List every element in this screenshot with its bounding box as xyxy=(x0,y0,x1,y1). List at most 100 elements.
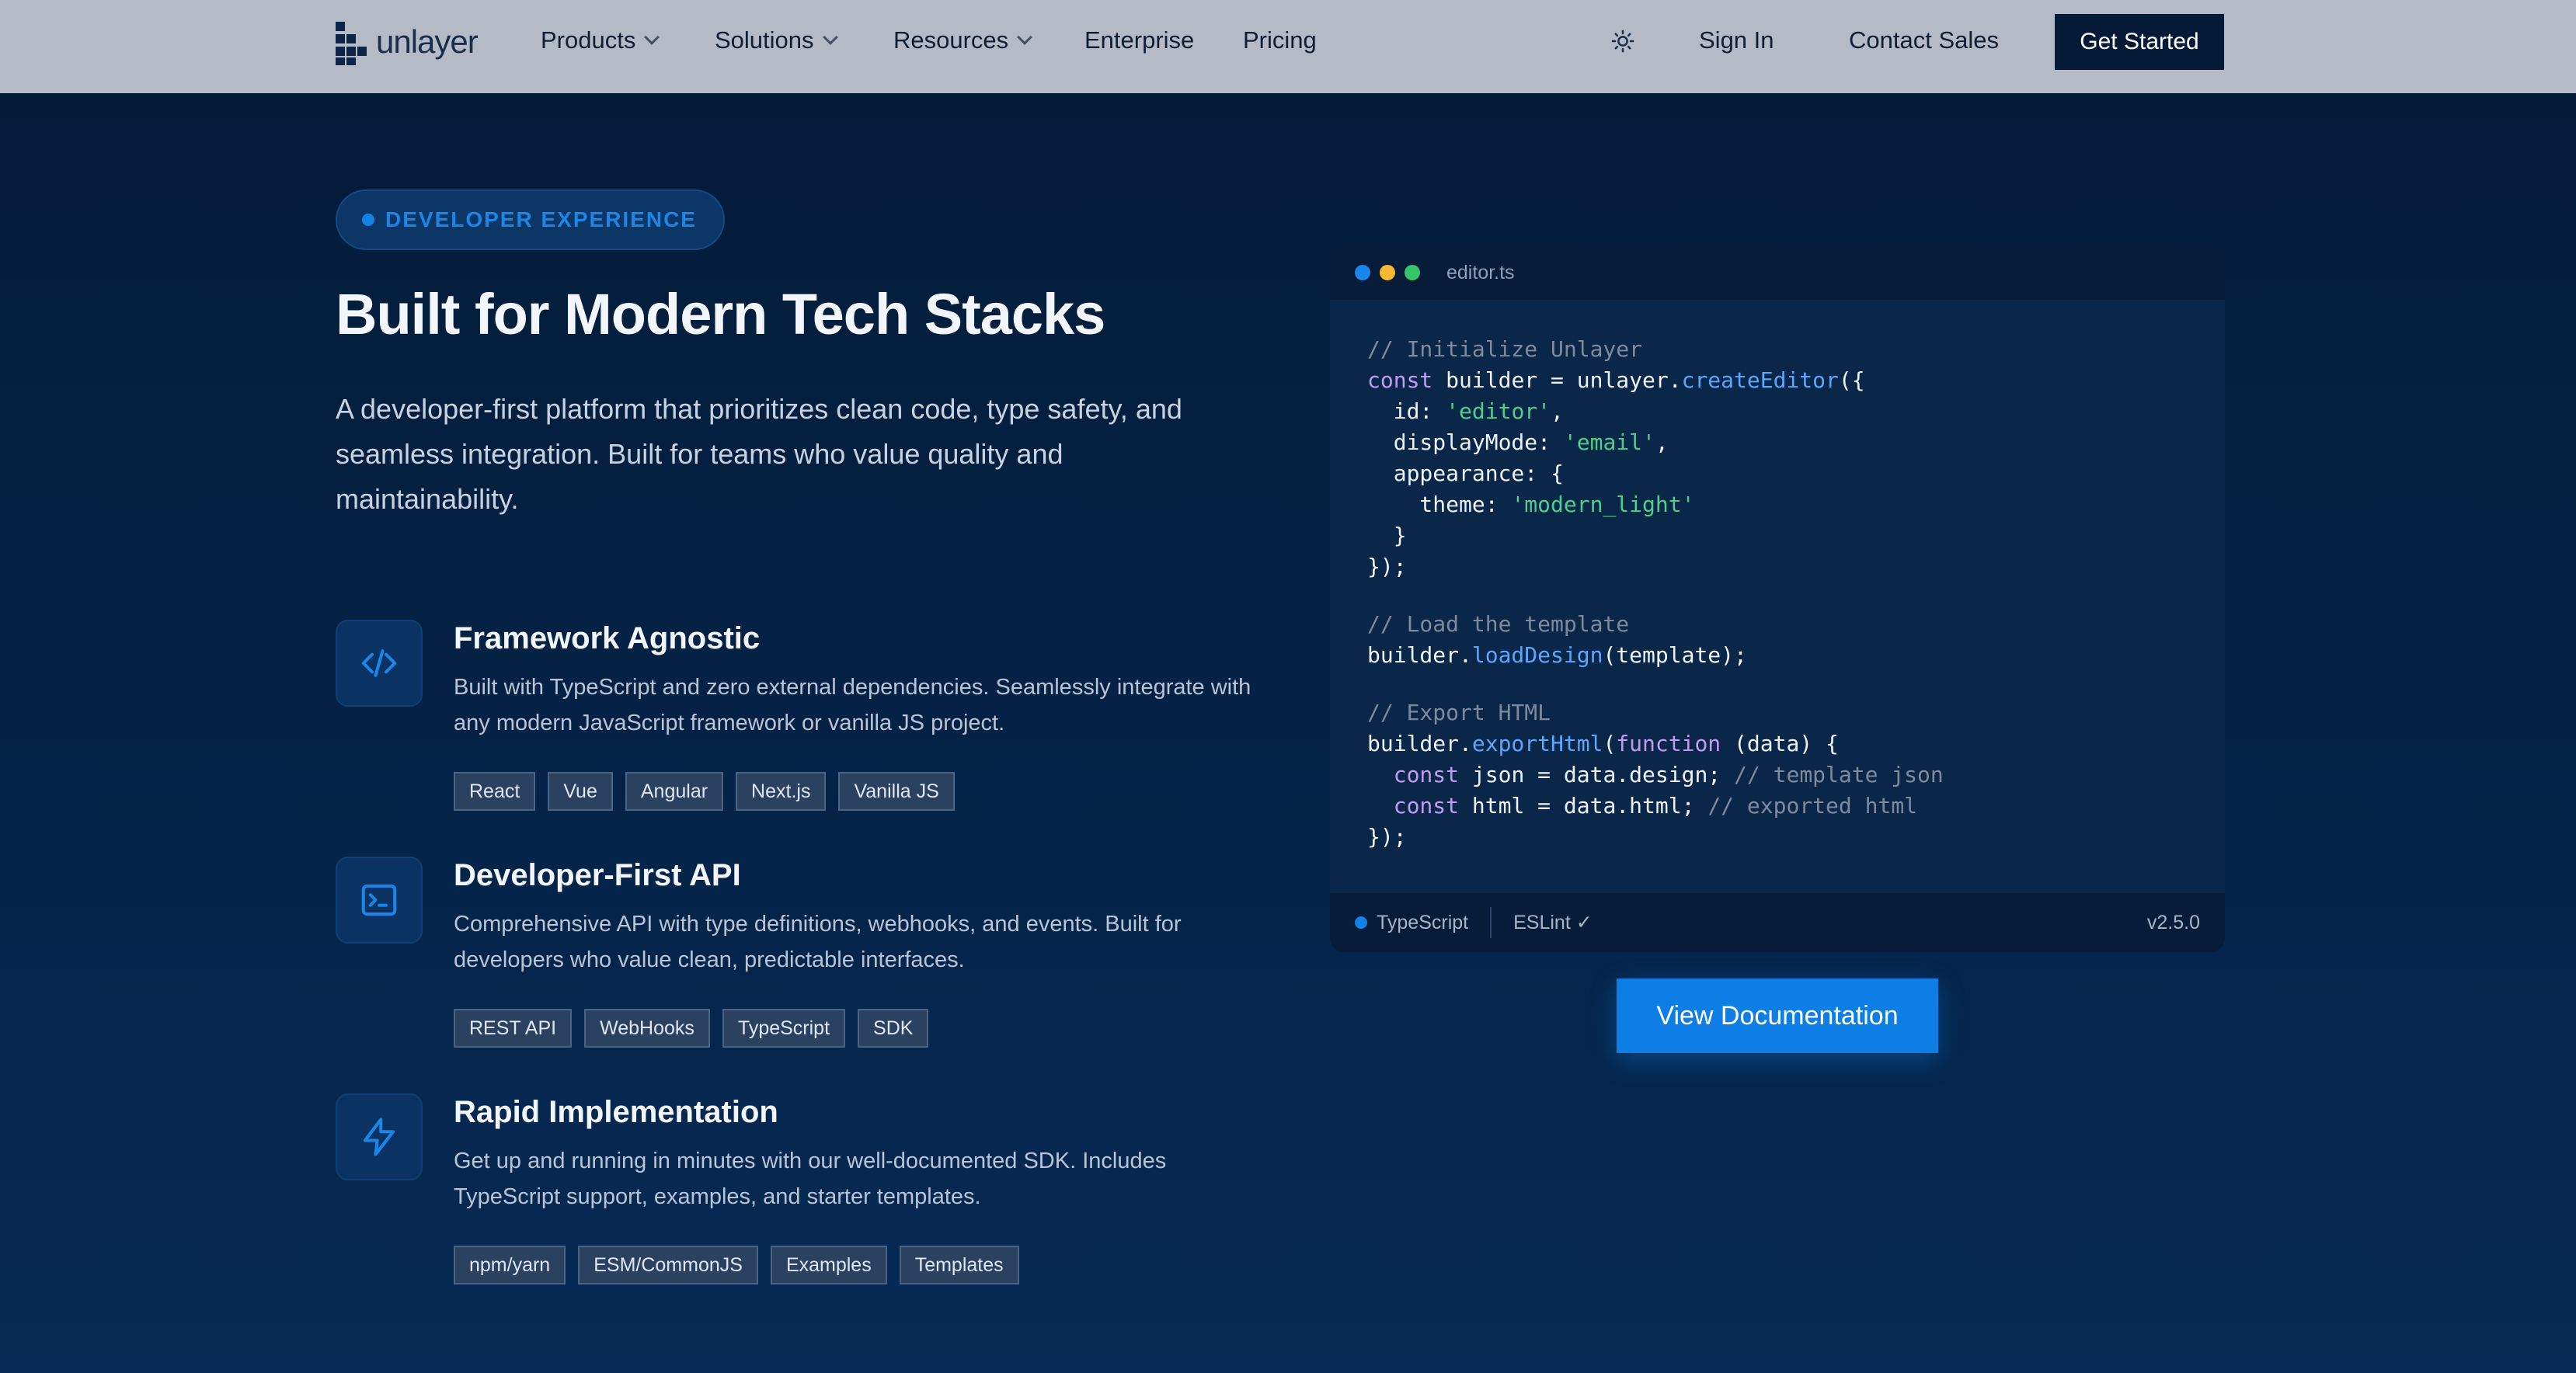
code-token: builder. xyxy=(1367,642,1472,668)
code-token: , xyxy=(1655,429,1669,455)
tag-vue: Vue xyxy=(548,772,613,811)
feature-title: Framework Agnostic xyxy=(454,621,761,655)
tag-angular: Angular xyxy=(625,772,724,811)
feature-tags: React Vue Angular Next.js Vanilla JS xyxy=(454,772,955,811)
terminal-icon xyxy=(336,857,423,944)
nav-resources[interactable]: Resources xyxy=(893,26,1033,54)
code-token: 'email' xyxy=(1563,429,1655,455)
code-line: id: 'editor', xyxy=(1367,396,1944,427)
tag-nextjs: Next.js xyxy=(736,772,827,811)
code-token: appearance: { xyxy=(1367,461,1564,486)
code-line: }); xyxy=(1367,822,1944,853)
tag-react: React xyxy=(454,772,536,811)
code-token: (data) { xyxy=(1721,731,1839,756)
nav-products-label: Products xyxy=(541,26,636,54)
code-token: }); xyxy=(1367,554,1407,579)
code-line: displayMode: 'email', xyxy=(1367,427,1944,458)
code-token: ({ xyxy=(1838,367,1865,393)
chevron-down-icon xyxy=(1017,30,1033,45)
sun-icon[interactable] xyxy=(1611,30,1634,53)
code-line: const builder = unlayer.createEditor({ xyxy=(1367,365,1944,396)
code-token: const xyxy=(1393,762,1460,787)
code-token: 'editor' xyxy=(1446,398,1551,424)
nav-pricing[interactable]: Pricing xyxy=(1243,26,1317,54)
status-divider xyxy=(1490,907,1492,938)
code-line: builder.loadDesign(template); xyxy=(1367,640,1944,671)
code-token: html = data.html; xyxy=(1459,793,1708,819)
badge-dot xyxy=(362,214,374,226)
code-line: const json = data.design; // template js… xyxy=(1367,759,1944,791)
code-token: const xyxy=(1393,793,1460,819)
feature-description: Built with TypeScript and zero external … xyxy=(454,675,1251,735)
chevron-down-icon xyxy=(644,30,660,45)
page-title: Built for Modern Tech Stacks xyxy=(336,282,1105,346)
code-token: // template json xyxy=(1734,762,1944,787)
code-token: function xyxy=(1616,731,1721,756)
code-token: builder = unlayer. xyxy=(1432,367,1682,393)
code-token: // Export HTML xyxy=(1367,700,1551,725)
code-token: createEditor xyxy=(1681,367,1839,393)
code-token: // Initialize Unlayer xyxy=(1367,336,1643,362)
window-dot-blue xyxy=(1355,265,1370,280)
tag-rest-api: REST API xyxy=(454,1009,573,1048)
lint-status: ESLint ✓ xyxy=(1513,912,1593,933)
nav-products[interactable]: Products xyxy=(541,26,660,54)
code-token: ( xyxy=(1603,731,1617,756)
code-token: } xyxy=(1367,523,1407,548)
nav-enterprise-label: Enterprise xyxy=(1084,26,1195,54)
version-label: v2.5.0 xyxy=(2146,911,2200,933)
window-dot-yellow xyxy=(1380,265,1395,280)
code-token: }); xyxy=(1367,824,1407,850)
view-documentation-button[interactable]: View Documentation xyxy=(1617,978,1938,1053)
code-line: builder.exportHtml(function (data) { xyxy=(1367,728,1944,759)
code-token: (template); xyxy=(1603,642,1747,668)
logo-text: unlayer xyxy=(376,23,479,60)
code-line: }); xyxy=(1367,551,1944,582)
code-token: id: xyxy=(1367,398,1446,424)
code-line: theme: 'modern_light' xyxy=(1367,489,1944,520)
code-icon xyxy=(336,620,423,707)
feature-title: Rapid Implementation xyxy=(454,1095,778,1129)
logo-icon xyxy=(336,19,368,65)
code-editor-panel: editor.ts // Initialize Unlayer const bui… xyxy=(1330,245,2225,952)
code-line: const html = data.html; // exported html xyxy=(1367,791,1944,822)
nav-enterprise[interactable]: Enterprise xyxy=(1084,26,1194,54)
code-token: theme: xyxy=(1367,492,1512,517)
tag-sdk: SDK xyxy=(858,1009,929,1048)
get-started-button[interactable]: Get Started xyxy=(2055,14,2224,70)
code-token: // Load the template xyxy=(1367,611,1630,637)
hero-lead: A developer-first platform that prioriti… xyxy=(336,393,1182,515)
tag-vanilla-js: Vanilla JS xyxy=(838,772,955,811)
logo[interactable]: unlayer xyxy=(336,19,479,65)
language-dot xyxy=(1355,916,1367,929)
section-badge: DEVELOPER EXPERIENCE xyxy=(336,189,725,250)
feature-tags: npm/yarn ESM/CommonJS Examples Templates xyxy=(454,1246,1019,1284)
window-dot-green xyxy=(1405,265,1420,280)
code-token: json = data.design; xyxy=(1459,762,1735,787)
code-block: // Initialize Unlayer const builder = unl… xyxy=(1367,334,1944,853)
tag-examples: Examples xyxy=(770,1246,887,1284)
contact-sales-label: Contact Sales xyxy=(1849,26,1999,54)
code-line: // Export HTML xyxy=(1367,697,1944,728)
top-nav: unlayer Products Solutions Resources Ent… xyxy=(0,0,2576,93)
feature-description: Comprehensive API with type definitions,… xyxy=(454,912,1182,972)
contact-sales-link[interactable]: Contact Sales xyxy=(1849,26,1999,54)
nav-solutions-label: Solutions xyxy=(715,26,814,54)
code-token: // exported html xyxy=(1707,793,1918,819)
sign-in-link[interactable]: Sign In xyxy=(1699,26,1774,54)
tag-esm-commonjs: ESM/CommonJS xyxy=(578,1246,758,1284)
tag-npm-yarn: npm/yarn xyxy=(454,1246,566,1284)
nav-resources-label: Resources xyxy=(893,26,1009,54)
code-token: exportHtml xyxy=(1471,731,1603,756)
code-token: builder. xyxy=(1367,731,1472,756)
code-token: const xyxy=(1367,367,1433,393)
editor-status-bar: TypeScript ESLint ✓ v2.5.0 xyxy=(1330,893,2225,952)
tag-webhooks: WebHooks xyxy=(584,1009,710,1048)
nav-solutions[interactable]: Solutions xyxy=(715,26,838,54)
editor-title-bar: editor.ts xyxy=(1330,245,2225,300)
code-token: 'modern_light' xyxy=(1511,492,1695,517)
